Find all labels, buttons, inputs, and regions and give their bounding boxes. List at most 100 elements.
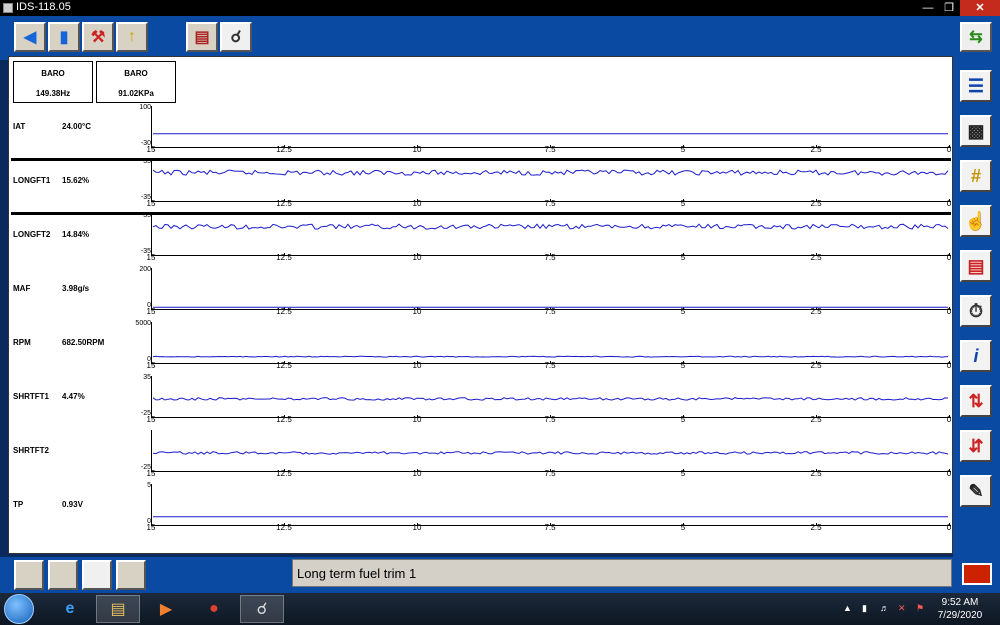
x-tick-label: 10 (412, 307, 422, 316)
x-tick-label: 5 (680, 361, 686, 370)
data-trace (152, 397, 949, 401)
x-tick-label: 2.5 (810, 523, 822, 532)
graph-view-icon[interactable] (82, 560, 112, 590)
pid-name: LONGFT2 (13, 230, 51, 239)
explorer-icon[interactable]: ▤ (96, 595, 140, 623)
pid-name: SHRTFT2 (13, 446, 49, 455)
graph-panel[interactable]: MAF 3.98g/s 200 0 15 12.5 10 7.5 5 2.5 0 (11, 266, 951, 320)
top-toolbar: ◀ ▮ ⚒ ↑ ▤ ☌ ⇆ (0, 16, 1000, 60)
graph-plot[interactable] (151, 268, 951, 310)
x-tick-label: 15 (146, 415, 156, 424)
minimize-button[interactable]: — (918, 0, 938, 16)
y-max-label: 100 (139, 104, 151, 111)
graph-plot[interactable] (151, 430, 951, 472)
window-title: IDS-118.05 (16, 1, 71, 13)
graph-plot[interactable] (151, 376, 951, 418)
list-icon[interactable]: ☰ (960, 70, 992, 102)
y-max-label: 35 (143, 158, 151, 165)
camera-icon[interactable]: ▩ (960, 115, 992, 147)
graph-plot[interactable] (151, 484, 951, 526)
graph-panel[interactable]: IAT 24.00°C 100 -30 15 12.5 10 7.5 5 2.5 0 (11, 104, 951, 158)
x-tick-label: 10 (412, 145, 422, 154)
magnifier-icon[interactable]: ☌ (220, 22, 252, 52)
x-tick-label: 2.5 (810, 145, 822, 154)
graph-plot[interactable] (151, 106, 951, 148)
graph-panel[interactable]: LONGFT1 15.62% 35 -35 15 12.5 10 7.5 5 2.5 0 (11, 158, 951, 212)
restore-button[interactable]: ❐ (938, 0, 960, 16)
connect-icon[interactable]: ◀ (14, 22, 46, 52)
ie-icon[interactable]: e (48, 595, 92, 623)
pid-view-icon[interactable] (48, 560, 78, 590)
edit-pencil-icon[interactable]: ✎ (960, 475, 992, 507)
graph-panel[interactable]: LONGFT2 14.84% 35 -35 15 12.5 10 7.5 5 2.5 0 (11, 212, 951, 266)
x-tick-label: 7.5 (544, 415, 556, 424)
pid-value: 15.62% (62, 176, 90, 185)
pid-name: IAT (13, 122, 26, 131)
x-tick-label: 12.5 (276, 523, 292, 532)
x-tick-label: 2.5 (810, 253, 822, 262)
flag-icon[interactable]: ⚑ (916, 603, 924, 614)
x-tick-label: 2.5 (810, 307, 822, 316)
start-button[interactable] (4, 594, 34, 624)
pid-name: TP (13, 500, 24, 509)
graph-expand-icon[interactable]: ⇅ (960, 385, 992, 417)
x-tick-label: 7.5 (544, 145, 556, 154)
x-tick-label: 12.5 (276, 361, 292, 370)
y-max-label: 35 (143, 212, 151, 219)
close-button[interactable]: ✕ (960, 0, 1000, 16)
clock-date: 7/29/2020 (937, 610, 983, 621)
battery-icon[interactable]: ▮ (862, 603, 867, 614)
x-tick-label: 5 (680, 253, 686, 262)
vehicle-icon[interactable]: ▮ (48, 22, 80, 52)
data-trace (152, 169, 949, 176)
baro-box-kpa[interactable]: BARO 91.02KPa (96, 61, 176, 103)
tray-arrow-icon[interactable]: ▲ (843, 603, 852, 613)
network-icon[interactable]: ✕ (898, 603, 906, 614)
taskbar: e ▤ ▶ ● ☌ ▲ ▮ ♬ ✕ ⚑ 9:52 AM 7/29/2020 (0, 593, 1000, 625)
baro-box-hz[interactable]: BARO 149.38Hz (13, 61, 93, 103)
graph-panel[interactable]: SHRTFT2 -25 15 12.5 10 7.5 5 2.5 0 (11, 428, 951, 482)
graph-panel[interactable]: SHRTFT1 4.47% 35 -25 15 12.5 10 7.5 5 2.5 0 (11, 374, 951, 428)
title-bar: IDS-118.05 — ❐ ✕ (0, 0, 1000, 16)
volume-icon[interactable]: ♬ (880, 603, 889, 613)
x-tick-label: 10 (412, 361, 422, 370)
select-pointer-icon[interactable]: ☝ (960, 205, 992, 237)
log-view-icon[interactable] (14, 560, 44, 590)
x-tick-label: 15 (146, 145, 156, 154)
x-tick-label: 2.5 (810, 199, 822, 208)
graph-panel[interactable]: TP 0.93V 5 0 15 12.5 10 7.5 5 2.5 0 (11, 482, 951, 536)
graph-plot[interactable] (151, 160, 951, 202)
toolbox-icon[interactable]: ⚒ (82, 22, 114, 52)
x-tick-label: 12.5 (276, 469, 292, 478)
x-tick-label: 12.5 (276, 307, 292, 316)
media-player-icon[interactable]: ▶ (144, 595, 188, 623)
stopwatch-icon[interactable]: ⏱ (960, 295, 992, 327)
x-tick-label: 15 (146, 361, 156, 370)
graph-panel[interactable]: RPM 682.50RPM 5000 0 15 12.5 10 7.5 5 2.5 0 (11, 320, 951, 374)
data-trace (152, 355, 949, 358)
ids-app-icon[interactable]: ☌ (240, 595, 284, 623)
pid-name: RPM (13, 338, 31, 347)
swap-arrows-icon[interactable]: ⇆ (960, 22, 992, 52)
y-max-label: 5000 (135, 320, 151, 327)
table-view-icon[interactable] (116, 560, 146, 590)
x-tick-label: 5 (680, 523, 686, 532)
graph-plot[interactable] (151, 322, 951, 364)
x-tick-label: 12.5 (276, 199, 292, 208)
graph-compress-icon[interactable]: ⇵ (960, 430, 992, 462)
x-tick-label: 10 (412, 199, 422, 208)
x-tick-label: 15 (146, 307, 156, 316)
chrome-icon[interactable]: ● (192, 595, 236, 623)
graph-plot[interactable] (151, 214, 951, 256)
record-list-icon[interactable]: ▤ (960, 250, 992, 282)
hash-icon[interactable]: # (960, 160, 992, 192)
exit-icon[interactable] (962, 563, 992, 585)
x-tick-label: 10 (412, 415, 422, 424)
datalogger-icon[interactable]: ▤ (186, 22, 218, 52)
clock[interactable]: 9:52 AM 7/29/2020 (930, 596, 990, 622)
info-icon[interactable]: i (960, 340, 992, 372)
baro-label: BARO (124, 69, 148, 78)
x-tick-label: 2.5 (810, 469, 822, 478)
arrow-up-icon[interactable]: ↑ (116, 22, 148, 52)
x-tick-label: 7.5 (544, 523, 556, 532)
